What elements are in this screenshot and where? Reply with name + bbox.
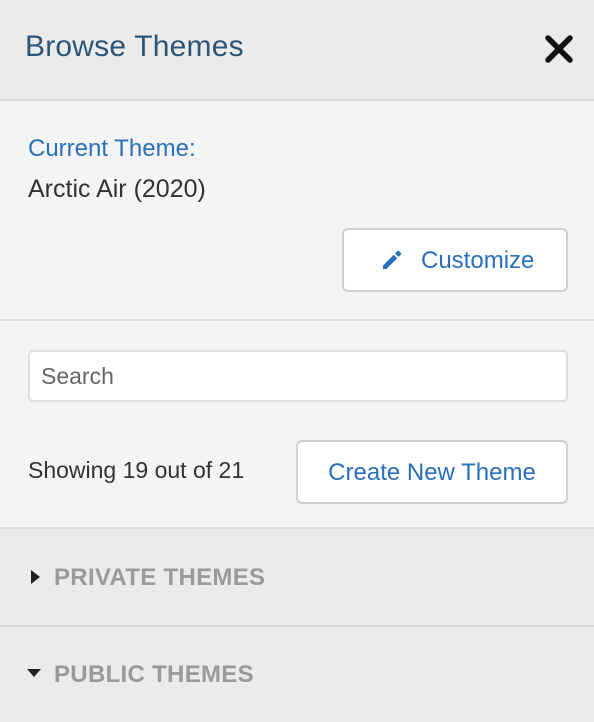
search-input[interactable] bbox=[28, 350, 568, 402]
create-new-theme-button[interactable]: Create New Theme bbox=[296, 440, 568, 504]
private-themes-section[interactable]: PRIVATE THEMES bbox=[0, 529, 594, 627]
customize-button[interactable]: Customize bbox=[342, 228, 568, 292]
create-new-theme-label: Create New Theme bbox=[328, 459, 536, 486]
current-theme-section: Current Theme: Arctic Air (2020) Customi… bbox=[0, 101, 594, 321]
private-themes-title: PRIVATE THEMES bbox=[54, 564, 266, 591]
pencil-icon bbox=[383, 250, 402, 269]
close-x-icon bbox=[545, 35, 573, 63]
customize-label: Customize bbox=[421, 247, 535, 274]
close-button[interactable] bbox=[544, 34, 574, 64]
results-count: Showing 19 out of 21 bbox=[28, 457, 245, 483]
current-theme-name: Arctic Air (2020) bbox=[28, 175, 206, 203]
caret-down-icon bbox=[27, 669, 41, 677]
current-theme-label: Current Theme: bbox=[28, 135, 196, 162]
panel-title: Browse Themes bbox=[25, 30, 244, 63]
public-themes-section[interactable]: PUBLIC THEMES bbox=[0, 627, 594, 722]
public-themes-title: PUBLIC THEMES bbox=[54, 661, 254, 688]
browse-themes-panel: Browse Themes Current Theme: Arctic Air … bbox=[0, 0, 594, 722]
search-section: Showing 19 out of 21 Create New Theme bbox=[0, 321, 594, 529]
panel-header: Browse Themes bbox=[0, 0, 594, 101]
caret-right-icon bbox=[31, 570, 40, 584]
